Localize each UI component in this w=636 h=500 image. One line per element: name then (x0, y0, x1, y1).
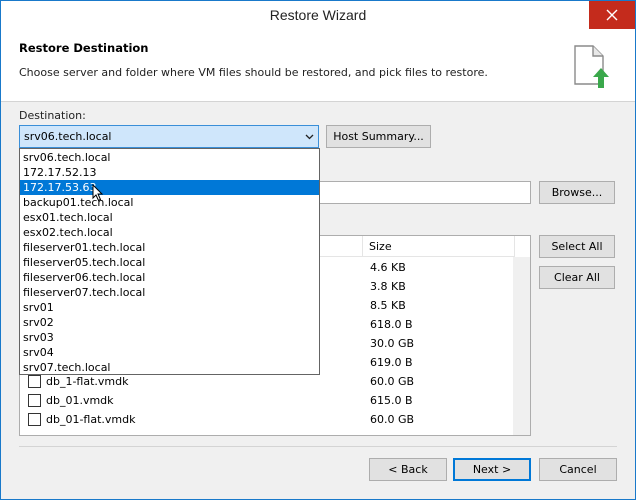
file-size: 4.6 KB (370, 261, 406, 274)
destination-option[interactable]: 172.17.52.13 (20, 165, 319, 180)
destination-selected-value: srv06.tech.local (24, 130, 112, 143)
destination-option[interactable]: fileserver06.tech.local (20, 270, 319, 285)
close-icon (606, 9, 618, 21)
file-size: 615.0 B (370, 394, 413, 407)
file-size: 618.0 B (370, 318, 413, 331)
file-checkbox[interactable] (28, 394, 41, 407)
table-row[interactable]: db_01.vmdk 615.0 B (20, 391, 515, 410)
file-size: 60.0 GB (370, 375, 415, 388)
window-title: Restore Wizard (269, 7, 367, 23)
file-size: 30.0 GB (370, 337, 415, 350)
file-size: 3.8 KB (370, 280, 406, 293)
mouse-cursor-icon (92, 184, 104, 202)
table-row[interactable]: db_01-flat.vmdk 60.0 GB (20, 410, 515, 429)
cancel-button[interactable]: Cancel (539, 458, 617, 481)
destination-option[interactable]: srv04 (20, 345, 319, 360)
back-button[interactable]: < Back (369, 458, 447, 481)
destination-options-list[interactable]: srv06.tech.local 172.17.52.13 172.17.53.63… (19, 148, 320, 375)
footer-divider (19, 446, 617, 447)
destination-dropdown[interactable]: srv06.tech.local (19, 125, 319, 148)
step-description: Choose server and folder where VM files … (19, 66, 488, 79)
path-input[interactable] (319, 181, 531, 204)
file-name: db_01-flat.vmdk (46, 413, 136, 426)
step-title: Restore Destination (19, 41, 149, 55)
host-summary-button[interactable]: Host Summary... (326, 125, 431, 148)
destination-option[interactable]: fileserver07.tech.local (20, 285, 319, 300)
column-header-size[interactable]: Size (363, 236, 515, 257)
wizard-header: Restore Destination Choose server and fo… (1, 32, 635, 102)
title-bar: Restore Wizard (1, 1, 635, 32)
next-button[interactable]: Next > (453, 458, 531, 481)
destination-option[interactable]: esx01.tech.local (20, 210, 319, 225)
destination-option[interactable]: 172.17.53.63 (20, 180, 319, 195)
destination-option[interactable]: fileserver05.tech.local (20, 255, 319, 270)
file-size: 619.0 B (370, 356, 413, 369)
destination-label: Destination: (19, 109, 86, 122)
restore-file-icon (574, 45, 609, 88)
file-list-scrollbar[interactable] (513, 257, 530, 435)
destination-option[interactable]: esx02.tech.local (20, 225, 319, 240)
destination-option[interactable]: srv01 (20, 300, 319, 315)
file-name: db_01.vmdk (46, 394, 114, 407)
destination-option[interactable]: backup01.tech.local (20, 195, 319, 210)
column-size-label: Size (369, 240, 392, 253)
destination-option[interactable]: srv07.tech.local (20, 360, 319, 375)
destination-option[interactable]: srv06.tech.local (20, 150, 319, 165)
file-name: db_1-flat.vmdk (46, 375, 129, 388)
scrollbar-thumb[interactable] (515, 259, 528, 431)
restore-wizard-window: Restore Wizard Restore Destination Choos… (0, 0, 636, 500)
select-all-button[interactable]: Select All (539, 235, 615, 258)
file-checkbox[interactable] (28, 375, 41, 388)
chevron-down-icon (305, 134, 314, 140)
file-size: 60.0 GB (370, 413, 415, 426)
destination-option[interactable]: srv02 (20, 315, 319, 330)
browse-button[interactable]: Browse... (539, 181, 615, 204)
file-size: 8.5 KB (370, 299, 406, 312)
clear-all-button[interactable]: Clear All (539, 266, 615, 289)
close-button[interactable] (589, 1, 635, 29)
destination-option[interactable]: srv03 (20, 330, 319, 345)
file-checkbox[interactable] (28, 413, 41, 426)
destination-option[interactable]: fileserver01.tech.local (20, 240, 319, 255)
